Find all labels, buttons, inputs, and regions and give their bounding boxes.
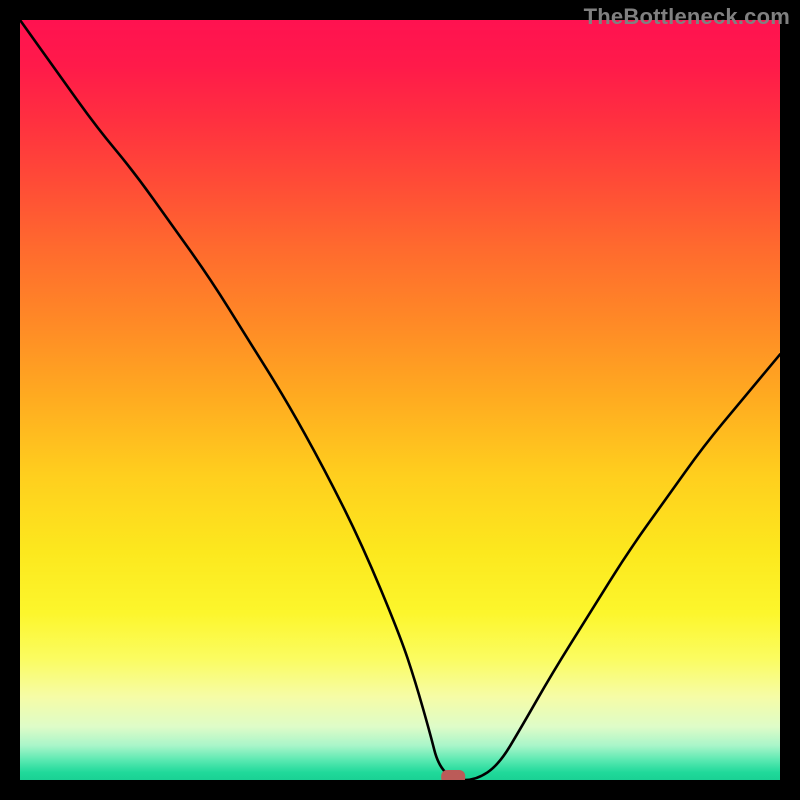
plot-area <box>20 20 780 780</box>
watermark-text: TheBottleneck.com <box>584 4 790 30</box>
minimum-marker <box>441 770 465 780</box>
curve-path <box>20 20 780 780</box>
bottleneck-curve <box>20 20 780 780</box>
chart-frame: TheBottleneck.com <box>0 0 800 800</box>
